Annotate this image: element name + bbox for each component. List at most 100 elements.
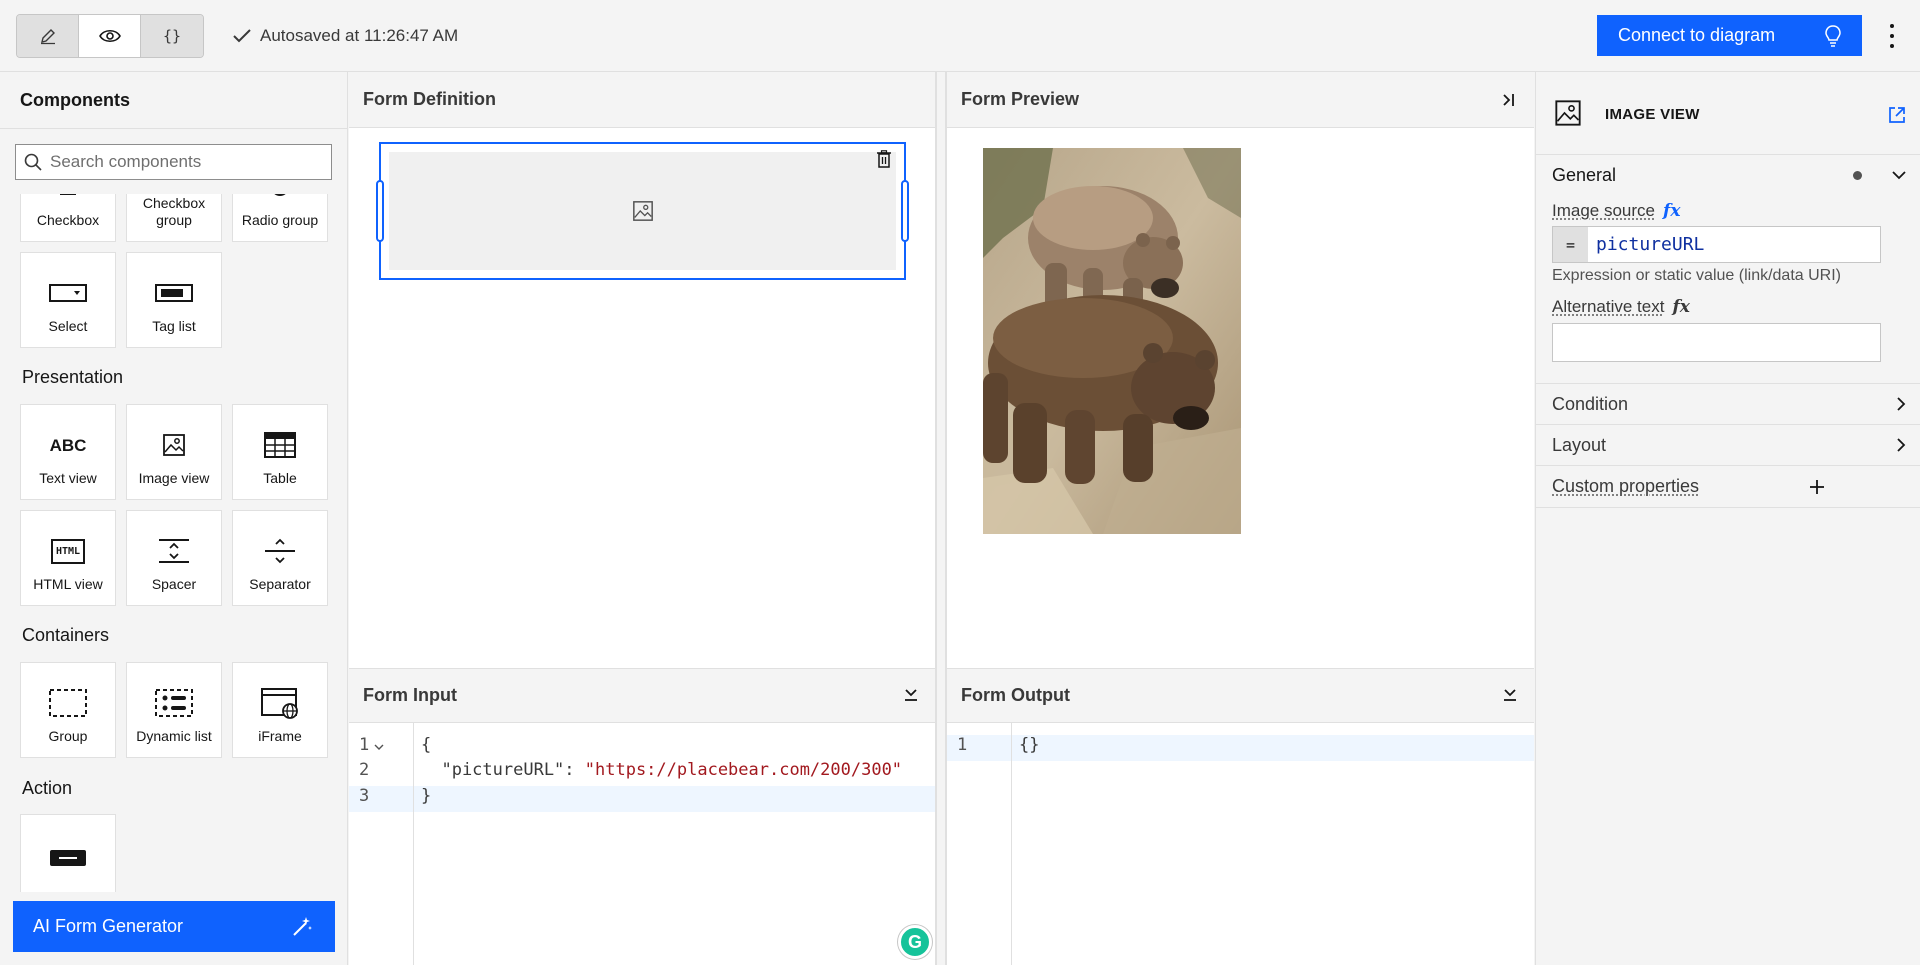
collapse-right-icon[interactable] — [1500, 92, 1516, 108]
form-output-panel: Form Output 1 {} — [946, 668, 1534, 965]
mode-switcher: {} — [16, 14, 204, 58]
button-icon — [49, 843, 87, 873]
component-iframe[interactable]: iFrame — [232, 662, 328, 758]
form-preview-panel: Form Preview — [946, 72, 1534, 668]
general-section-header[interactable]: General — [1536, 155, 1920, 195]
ai-form-generator-button[interactable]: AI Form Generator — [13, 901, 335, 952]
general-label: General — [1552, 164, 1617, 185]
abc-icon: ABC — [49, 435, 87, 455]
preview-mode-button[interactable] — [79, 15, 141, 57]
code-line: 1 {} — [957, 735, 1040, 755]
form-definition-header: Form Definition — [349, 72, 935, 128]
autosave-status: Autosaved at 11:26:47 AM — [232, 26, 458, 46]
condition-label: Condition — [1552, 393, 1629, 414]
tile-label: Separator — [249, 576, 311, 592]
properties-title: IMAGE VIEW — [1605, 106, 1700, 123]
component-text-view[interactable]: ABC Text view — [20, 404, 116, 500]
dynamic-list-icon — [154, 688, 194, 718]
pencil-icon — [40, 29, 55, 45]
chevron-up-icon — [1892, 171, 1906, 180]
alt-text-input[interactable] — [1552, 323, 1881, 362]
chevron-right-icon — [1897, 397, 1906, 411]
layout-section[interactable]: Layout — [1536, 425, 1920, 466]
group-icon — [48, 688, 88, 718]
iframe-icon — [260, 688, 300, 719]
form-input-editor[interactable]: 1 { 2 "pictureURL": "https://placebear.c… — [349, 723, 935, 965]
resize-handle-left[interactable] — [376, 180, 384, 242]
json-mode-button[interactable]: {} — [141, 15, 203, 57]
autosave-text: Autosaved at 11:26:47 AM — [260, 26, 459, 45]
launch-icon[interactable] — [1888, 106, 1906, 124]
components-panel: Components Search components Checkbox Ch… — [0, 72, 348, 965]
form-output-editor[interactable]: 1 {} — [947, 723, 1534, 965]
edit-mode-button[interactable] — [17, 15, 79, 57]
panel-divider[interactable] — [936, 72, 946, 965]
fx-icon[interactable]: fx — [1672, 297, 1689, 317]
connect-label: Connect to diagram — [1618, 25, 1776, 45]
form-input-title: Form Input — [363, 685, 457, 705]
form-preview-header: Form Preview — [947, 72, 1534, 128]
expression-toggle[interactable]: = — [1553, 227, 1588, 262]
component-checkbox[interactable]: Checkbox — [20, 194, 116, 242]
grammarly-icon[interactable]: G — [898, 925, 932, 959]
components-title: Components — [20, 90, 130, 110]
component-button[interactable] — [20, 814, 116, 892]
form-preview-title: Form Preview — [961, 89, 1080, 109]
component-palette: Checkbox Checkbox group Radio group Sele… — [0, 194, 347, 892]
bear-image — [983, 148, 1241, 534]
tile-label: Checkbox group — [142, 195, 206, 228]
ai-button-label: AI Form Generator — [33, 916, 184, 936]
overflow-menu-icon[interactable] — [1882, 24, 1902, 48]
component-checkbox-group[interactable]: Checkbox group — [126, 194, 222, 242]
fold-chevron-icon[interactable] — [374, 743, 384, 751]
chevron-right-icon — [1897, 438, 1906, 452]
add-icon[interactable] — [1809, 479, 1825, 495]
tile-label: Table — [263, 470, 297, 486]
tile-label: Spacer — [151, 576, 197, 592]
form-input-header: Form Input — [349, 668, 935, 723]
magic-wand-icon — [293, 916, 312, 936]
image-icon — [1555, 100, 1581, 126]
resize-handle-right[interactable] — [901, 180, 909, 242]
tile-label: Group — [48, 728, 88, 744]
toolbar: {} Autosaved at 11:26:47 AM Connect to d… — [0, 0, 1920, 72]
component-group[interactable]: Group — [20, 662, 116, 758]
spacer-icon — [158, 536, 190, 566]
component-html-view[interactable]: HTML HTML view — [20, 510, 116, 606]
component-table[interactable]: Table — [232, 404, 328, 500]
html-icon: HTML — [50, 536, 86, 566]
table-icon — [264, 430, 296, 460]
component-select[interactable]: Select — [20, 252, 116, 348]
collapse-down-icon[interactable] — [903, 687, 919, 703]
tag-list-icon — [155, 278, 193, 308]
separator-icon — [264, 536, 296, 566]
component-spacer[interactable]: Spacer — [126, 510, 222, 606]
tile-label: HTML view — [33, 576, 103, 592]
image-source-hint: Expression or static value (link/data UR… — [1552, 267, 1841, 284]
component-tag-list[interactable]: Tag list — [126, 252, 222, 348]
component-separator[interactable]: Separator — [232, 510, 328, 606]
image-source-input[interactable]: = pictureURL — [1552, 226, 1881, 263]
tile-label: Radio group — [241, 212, 319, 228]
component-dynamic-list[interactable]: Dynamic list — [126, 662, 222, 758]
custom-properties-section[interactable]: Custom properties — [1536, 466, 1920, 508]
form-output-header: Form Output — [947, 668, 1534, 723]
layout-label: Layout — [1552, 434, 1607, 455]
component-image-view[interactable]: Image view — [126, 404, 222, 500]
json-key: "pictureURL": — [421, 760, 585, 780]
html-glyph: HTML — [50, 538, 86, 564]
search-placeholder: Search components — [50, 152, 202, 171]
properties-header: IMAGE VIEW — [1536, 72, 1920, 155]
search-components-input[interactable]: Search components — [15, 144, 332, 180]
json-string-value: "https://placebear.com/200/300" — [584, 760, 903, 780]
tile-label: Checkbox — [36, 212, 100, 228]
collapse-down-icon[interactable] — [1502, 687, 1518, 703]
component-radio-group[interactable]: Radio group — [232, 194, 328, 242]
connect-to-diagram-button[interactable]: Connect to diagram — [1597, 15, 1862, 56]
condition-section[interactable]: Condition — [1536, 383, 1920, 425]
selected-image-view-field[interactable] — [376, 142, 909, 280]
checkbox-icon — [58, 194, 78, 202]
fx-icon[interactable]: fx — [1663, 201, 1680, 221]
trash-icon[interactable] — [876, 150, 892, 173]
alt-text-label: Alternative text fx — [1552, 297, 1690, 317]
